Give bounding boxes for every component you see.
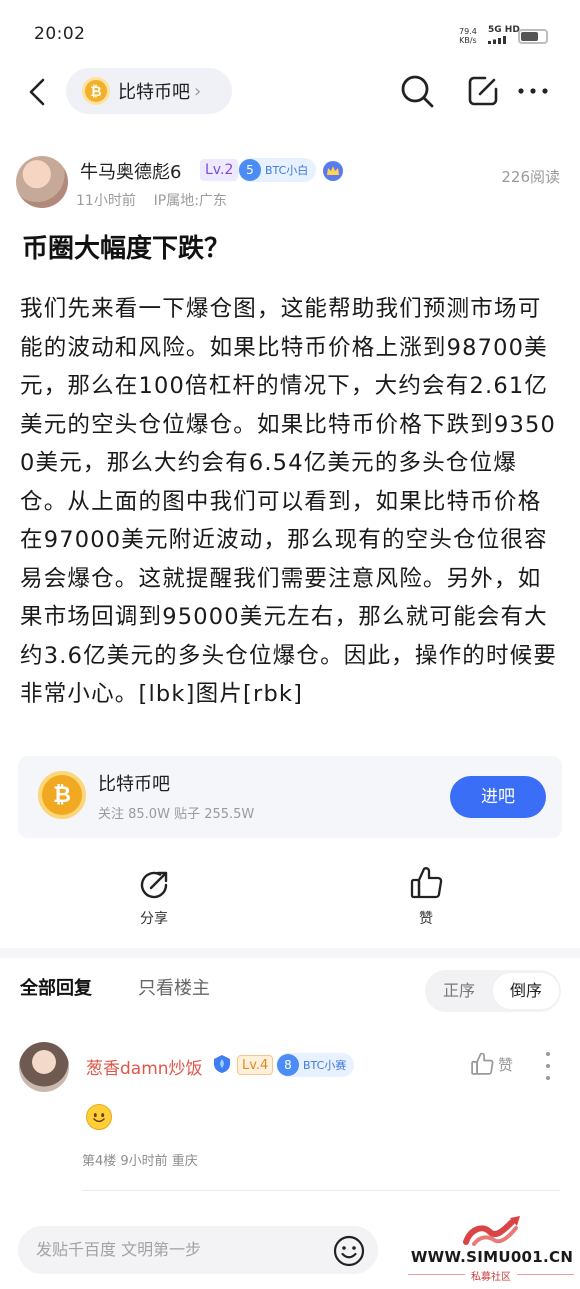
post-body: 我们先来看一下爆仓图，这能帮助我们预测市场可能的波动和风险。如果比特币价格上涨到… bbox=[20, 296, 558, 707]
forum-card[interactable]: ₿ 比特币吧 关注 85.0W 贴子 255.5W 进吧 bbox=[18, 756, 562, 838]
share-button[interactable]: 分享 bbox=[114, 862, 194, 936]
thumbs-up-icon bbox=[410, 867, 443, 899]
author-name[interactable]: 牛马奥德彪6 bbox=[80, 158, 181, 184]
more-icon bbox=[518, 88, 548, 94]
reply-item: 葱香damn炒饭 Lv.4 8 BTC小赛 赞 第4楼 9小时前 重庆 bbox=[0, 1036, 580, 1191]
fan-label: BTC小白 bbox=[265, 164, 309, 177]
like-button[interactable]: 赞 bbox=[386, 862, 466, 936]
post-author: 牛马奥德彪6 Lv.2 5 BTC小白 11小时前 IP属地:广东 226阅读 bbox=[0, 150, 580, 214]
read-count: 226阅读 bbox=[501, 168, 560, 186]
post-title: 币圈大幅度下跌？ bbox=[22, 234, 231, 264]
reply-user-name[interactable]: 葱香damn炒饭 bbox=[86, 1054, 203, 1079]
reply-input[interactable]: 发贴千百度 文明第一步 bbox=[18, 1226, 378, 1274]
reply-fan-level: 8 bbox=[277, 1054, 299, 1076]
forum-card-stats: 关注 85.0W 贴子 255.5W bbox=[98, 807, 255, 822]
watermark-url: WWW.SIMU001.CN bbox=[410, 1248, 574, 1266]
post-meta: 11小时前 IP属地:广东 bbox=[76, 193, 227, 209]
bottom-bar: 发贴千百度 文明第一步 WWW.SIMU001.CN 私募社区 bbox=[0, 1212, 580, 1289]
share-icon bbox=[140, 871, 168, 899]
join-forum-button[interactable]: 进吧 bbox=[450, 776, 546, 818]
bitcoin-logo-icon: ₿ bbox=[38, 771, 86, 819]
tab-all-replies[interactable]: 全部回复 bbox=[20, 974, 92, 1000]
level-badge: Lv.2 bbox=[200, 159, 239, 181]
reply-avatar[interactable] bbox=[19, 1042, 69, 1092]
sort-ascending[interactable]: 正序 bbox=[425, 970, 493, 1012]
more-button[interactable] bbox=[512, 70, 554, 112]
reply-tabs: 全部回复 只看楼主 正序 倒序 bbox=[0, 962, 580, 1014]
author-avatar[interactable] bbox=[16, 156, 68, 208]
back-button[interactable] bbox=[20, 72, 54, 112]
search-icon bbox=[401, 75, 434, 108]
post-actions: 分享 赞 bbox=[0, 862, 580, 942]
sort-toggle: 正序 倒序 bbox=[425, 970, 561, 1012]
status-time: 20:02 bbox=[34, 24, 86, 44]
forum-link[interactable]: ₿ 比特币吧 › bbox=[66, 68, 232, 114]
watermark-subtitle: 私募社区 bbox=[402, 1268, 580, 1283]
watermark-logo-icon bbox=[463, 1216, 520, 1246]
emoji-button-icon[interactable] bbox=[333, 1235, 365, 1267]
forum-name: 比特币吧 bbox=[118, 82, 190, 103]
battery-icon bbox=[518, 29, 548, 44]
fan-level: 5 bbox=[239, 159, 261, 181]
top-nav: ₿ 比特币吧 › bbox=[0, 62, 580, 120]
edit-icon bbox=[468, 76, 498, 106]
dot-icon bbox=[546, 1064, 550, 1068]
shield-icon bbox=[214, 1055, 230, 1073]
crown-icon bbox=[323, 161, 343, 181]
reply-level-badge: Lv.4 bbox=[237, 1055, 274, 1075]
dot-icon bbox=[546, 1052, 550, 1056]
network-type: 5G HD bbox=[488, 25, 520, 35]
smile-emoji-icon bbox=[86, 1104, 112, 1130]
reply-fan-badge: 8 BTC小赛 bbox=[276, 1053, 355, 1077]
tab-owner-only[interactable]: 只看楼主 bbox=[138, 974, 210, 1000]
like-label: 赞 bbox=[419, 911, 433, 927]
dot-icon bbox=[546, 1076, 550, 1080]
network-speed: 79.4 KB/s bbox=[459, 27, 477, 45]
watermark: WWW.SIMU001.CN 私募社区 bbox=[402, 1212, 580, 1289]
reply-like-label: 赞 bbox=[498, 1055, 514, 1074]
fan-badge: 5 BTC小白 bbox=[238, 158, 317, 182]
thumbs-up-icon bbox=[471, 1052, 494, 1075]
section-divider bbox=[0, 948, 580, 958]
back-icon bbox=[29, 78, 45, 106]
reply-fan-label: BTC小赛 bbox=[303, 1059, 347, 1072]
share-label: 分享 bbox=[140, 911, 168, 927]
sort-descending[interactable]: 倒序 bbox=[493, 973, 559, 1009]
battery-level bbox=[521, 32, 538, 41]
reply-like-button[interactable]: 赞 bbox=[470, 1052, 513, 1076]
reply-meta: 第4楼 9小时前 重庆 bbox=[82, 1154, 198, 1169]
bitcoin-logo-icon: ₿ bbox=[82, 77, 110, 105]
edit-button[interactable] bbox=[462, 70, 504, 112]
forum-card-name: 比特币吧 bbox=[98, 774, 170, 795]
status-bar: 20:02 79.4 KB/s 5G HD bbox=[0, 0, 580, 62]
reply-more-button[interactable] bbox=[540, 1052, 556, 1080]
reply-divider bbox=[82, 1190, 560, 1191]
chevron-right-icon: › bbox=[194, 80, 202, 102]
signal-icon bbox=[488, 36, 506, 44]
search-button[interactable] bbox=[396, 70, 438, 112]
